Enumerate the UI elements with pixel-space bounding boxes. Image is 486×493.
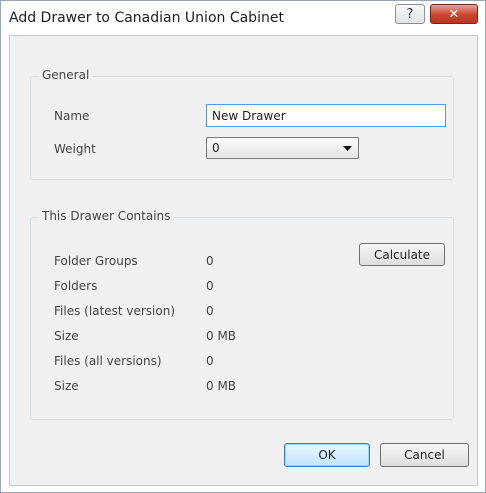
stat-value: 0 [206, 254, 214, 268]
help-icon: ? [406, 6, 414, 22]
weight-select[interactable]: 0 [206, 137, 359, 159]
stat-value: 0 MB [206, 329, 237, 343]
calculate-button[interactable]: Calculate [359, 243, 445, 266]
weight-label: Weight [54, 142, 96, 156]
calculate-button-label: Calculate [373, 247, 431, 262]
stat-label: Files (latest version) [54, 304, 176, 318]
dialog-body: General Name Weight 0 This Drawer Contai… [9, 35, 478, 486]
help-button[interactable]: ? [395, 4, 425, 24]
title-bar[interactable]: Add Drawer to Canadian Union Cabinet ? ✕ [1, 1, 485, 35]
ok-button-label: OK [318, 448, 336, 462]
cancel-button-label: Cancel [404, 448, 445, 462]
name-input[interactable] [206, 104, 446, 127]
weight-select-value: 0 [212, 141, 220, 155]
ok-button[interactable]: OK [284, 443, 370, 467]
stat-label: Folder Groups [54, 254, 138, 268]
close-icon: ✕ [448, 6, 460, 22]
stat-label: Size [54, 379, 79, 393]
stat-value: 0 [206, 304, 214, 318]
close-button[interactable]: ✕ [430, 4, 478, 24]
window-title: Add Drawer to Canadian Union Cabinet [9, 10, 284, 26]
stat-value: 0 [206, 279, 214, 293]
cancel-button[interactable]: Cancel [380, 443, 469, 467]
stat-value: 0 [206, 354, 214, 368]
stat-label: Folders [54, 279, 98, 293]
stat-label: Size [54, 329, 79, 343]
stat-value: 0 MB [206, 379, 237, 393]
drawer-contents-legend: This Drawer Contains [39, 209, 174, 223]
general-group: General [30, 68, 454, 180]
general-group-legend: General [39, 68, 93, 82]
chevron-down-icon [343, 146, 352, 151]
dialog-window: Add Drawer to Canadian Union Cabinet ? ✕… [0, 0, 486, 493]
name-label: Name [54, 109, 90, 123]
stat-label: Files (all versions) [54, 354, 162, 368]
